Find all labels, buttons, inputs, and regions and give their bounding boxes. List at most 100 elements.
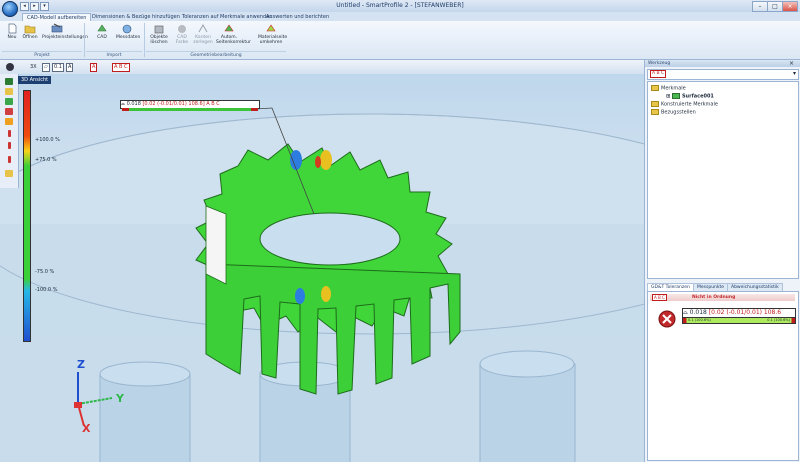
close-button[interactable]: × [782, 1, 798, 12]
group-import: Import [86, 51, 142, 59]
ribbon-separator [84, 23, 85, 57]
tree-item-bezugsstellen[interactable]: Bezugsstellen [651, 109, 696, 116]
open-button[interactable]: Öffnen [20, 23, 40, 40]
deviation-color-scale [23, 90, 31, 342]
arrow-up-icon[interactable] [8, 130, 11, 137]
auto-side-correction-icon [224, 24, 234, 32]
cad-color-label: CAD Farbe [175, 35, 189, 45]
arrow-marker-icon[interactable] [8, 156, 11, 163]
view-folder-icon[interactable] [5, 88, 13, 95]
axis-y-label: Y [116, 392, 124, 405]
delete-objects-button[interactable]: Objekte löschen [148, 23, 170, 45]
quick-access-back-icon[interactable]: ◂ [20, 2, 29, 11]
scale-label-plus100: +100.0 % [35, 137, 60, 143]
quick-access-forward-icon[interactable]: ▸ [30, 2, 39, 11]
fcf-tolerance: [0.02 (-0.01/0.01) 108.6] [142, 101, 205, 107]
application-menu-orb[interactable] [2, 1, 18, 17]
project-settings-button[interactable]: Projekteinstellungen [42, 23, 88, 40]
gdt-tolerance-pane: A B C Nicht in Ordnung ⌓ 0.018 [0.02 (-0… [647, 291, 799, 461]
window-title: Untitled - SmartProfile 2 - [STEFANWEBER… [336, 2, 464, 9]
measurement-data-label: Messdaten [116, 35, 141, 40]
tab-auswerten[interactable]: Auswerten und berichten [262, 13, 333, 21]
arrow-down-icon[interactable] [8, 142, 11, 149]
cad-color-button[interactable]: CAD Farbe [172, 23, 192, 45]
scale-label-minus100: -100.0 % [35, 287, 58, 293]
panel-fcf-tolerance: [0.02 (-0.01/0.01) 108.6 [708, 309, 782, 316]
flip-material-side-button[interactable]: Materialseite umkehren [258, 23, 288, 45]
panel-close-icon[interactable]: × [789, 60, 794, 67]
scale-label-plus75: +75.0 % [35, 157, 57, 163]
view-heatmap-icon[interactable] [5, 118, 13, 125]
ribbon-separator [144, 23, 145, 57]
delete-objects-icon [154, 25, 164, 34]
folder-icon [651, 101, 659, 107]
open-folder-icon [24, 25, 36, 34]
fcf-value: 0.018 [126, 101, 141, 107]
tree-label: Bezugsstellen [661, 109, 696, 116]
profile-symbol-icon: ⌓ [121, 101, 125, 107]
new-button[interactable]: Neu [2, 23, 22, 40]
3d-viewport[interactable]: ⌓ 0.018 [0.02 (-0.01/0.01) 108.6] A B C … [0, 74, 644, 462]
quick-access-menu-icon[interactable]: ▾ [40, 2, 49, 11]
filter-datum-ref: A B C [650, 70, 667, 78]
status-row: A B C Nicht in Ordnung [650, 294, 795, 301]
measurement-data-button[interactable]: Messdaten [116, 23, 141, 40]
cad-import-icon [97, 24, 107, 32]
bar-right-label: 0.1 (100.6%) [767, 318, 790, 322]
split-edges-button[interactable]: Kanten zerlegen [192, 23, 214, 45]
delete-objects-label: Objekte löschen [150, 35, 168, 45]
axis-x-label: X [82, 422, 91, 435]
tree-item-konstruierte-merkmale[interactable]: Konstruierte Merkmale [651, 101, 718, 108]
tree-item-merkmale[interactable]: Merkmale [651, 85, 686, 92]
scale-label: 3X [30, 64, 37, 70]
view-title-label: 3D Ansicht [18, 76, 52, 84]
flip-material-side-icon [266, 24, 276, 32]
axis-z-label: Z [77, 358, 85, 371]
scale-label-minus75: -75.0 % [35, 269, 55, 275]
filter-box[interactable]: A B C ▾ [647, 69, 799, 80]
3d-scene [0, 107, 644, 462]
folder-icon [651, 109, 659, 115]
fail-x-icon [658, 310, 676, 328]
flatness-symbol-box[interactable]: ▱ [42, 63, 50, 72]
maximize-button[interactable]: □ [767, 1, 783, 12]
folder-icon [651, 85, 659, 91]
feature-tree: Merkmale ⊞ Surface001 Konstruierte Merkm… [647, 81, 799, 279]
view-mesh-icon[interactable] [5, 98, 13, 105]
tree-item-surface001[interactable]: ⊞ Surface001 [666, 93, 714, 100]
datum-box-a[interactable]: A [66, 63, 74, 72]
surface-icon [671, 93, 680, 99]
tree-label: Konstruierte Merkmale [661, 101, 718, 108]
project-settings-icon [51, 23, 63, 33]
cad-label: CAD [97, 35, 107, 40]
datum-box-red[interactable]: A [90, 63, 98, 72]
status-text: Nicht in Ordnung [692, 295, 736, 300]
left-tool-strip [0, 74, 19, 188]
auto-side-correction-label: Autom. Seitenkorrektur [216, 35, 251, 45]
panel-fcf-value: 0.018 [689, 309, 707, 316]
datum-box-abc[interactable]: A B C [112, 63, 130, 72]
fcf-datum-bc: B C [211, 101, 220, 107]
cad-color-icon [178, 25, 186, 33]
tab-dimensionen[interactable]: Dimensionen & Bezüge hinzufügen [88, 13, 184, 21]
new-file-icon [8, 23, 17, 34]
flip-material-side-label: Materialseite umkehren [258, 35, 288, 45]
new-label: Neu [7, 35, 17, 40]
split-edges-label: Kanten zerlegen [193, 35, 213, 45]
view-solid-icon[interactable] [5, 78, 13, 85]
project-settings-label: Projekteinstellungen [42, 35, 88, 40]
right-panel: Werkzeug × A B C ▾ Merkmale ⊞ Surface001… [644, 60, 800, 462]
view-toolbar: 3X ▱ 0.1 A A A B C [0, 60, 644, 75]
bar-left-label: 0.1 (100.6%) [688, 318, 711, 322]
panel-header-title: Werkzeug [648, 61, 671, 66]
lock-icon[interactable] [5, 170, 13, 177]
open-label: Öffnen [22, 35, 38, 40]
auto-side-correction-button[interactable]: Autom. Seitenkorrektur [216, 23, 251, 45]
minimize-button[interactable]: – [752, 1, 768, 12]
filter-dropdown-icon[interactable]: ▾ [793, 70, 796, 77]
view-deviation-icon[interactable] [5, 108, 13, 115]
tolerance-value-box[interactable]: 0.1 [52, 63, 64, 72]
view-mode-icon[interactable] [6, 63, 14, 71]
cad-import-button[interactable]: CAD [92, 23, 112, 40]
tree-label: Merkmale [661, 85, 686, 92]
